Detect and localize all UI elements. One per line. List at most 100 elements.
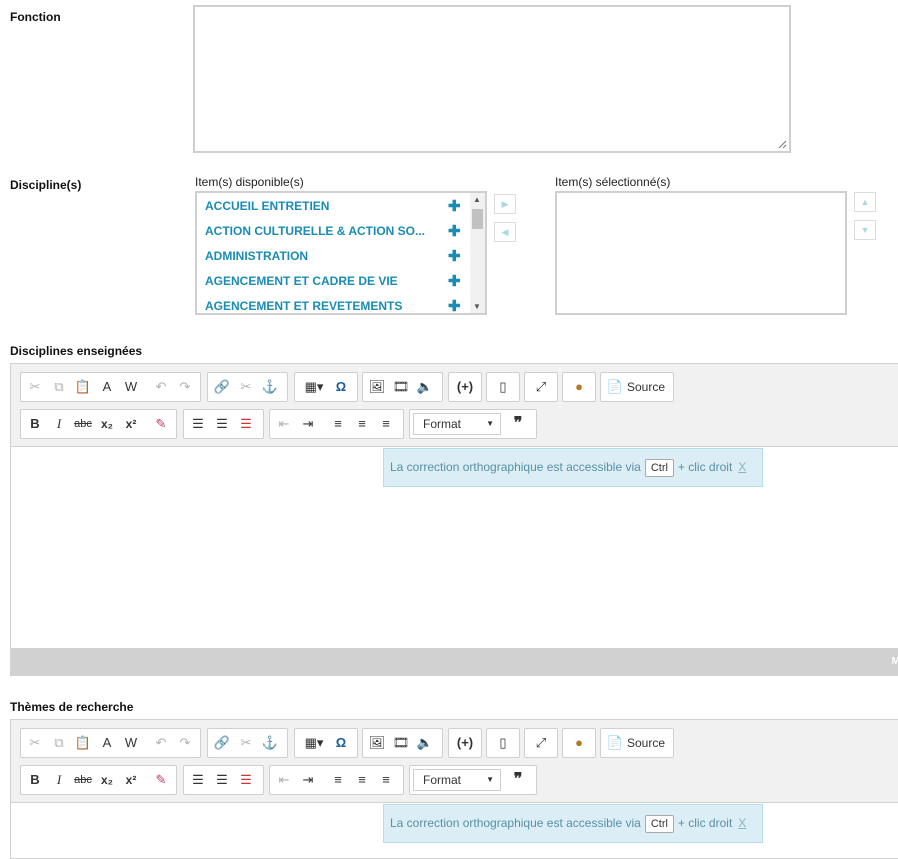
redo-icon[interactable]: ↷ (175, 733, 195, 753)
source-button[interactable]: 📄 Source (600, 728, 674, 758)
paste-icon[interactable]: 📋 (73, 377, 93, 397)
paste-text-icon[interactable]: A (97, 733, 117, 753)
align-left-icon[interactable]: ≡ (328, 770, 348, 790)
audio-icon[interactable]: 🔈 (415, 377, 435, 397)
add-icon[interactable]: ✚ (448, 219, 461, 244)
image-icon[interactable]: 🖼 (367, 733, 387, 753)
align-right-icon[interactable]: ≡ (376, 770, 396, 790)
available-items-list[interactable]: ACCUEIL ENTRETIEN ✚ ACTION CULTURELLE & A… (195, 191, 487, 315)
superscript-button[interactable]: x² (121, 770, 141, 790)
indent-icon[interactable]: ⇥ (298, 770, 318, 790)
undo-icon[interactable]: ↶ (151, 733, 171, 753)
strike-button[interactable]: abc (73, 770, 93, 790)
superscript-button[interactable]: x² (121, 414, 141, 434)
outdent-icon[interactable]: ⇤ (274, 770, 294, 790)
align-left-icon[interactable]: ≡ (328, 414, 348, 434)
link-icon[interactable]: 🔗 (212, 733, 232, 753)
special-char-icon[interactable]: Ω (331, 733, 351, 753)
scroll-down-icon[interactable]: ▼ (473, 302, 481, 311)
copy-icon[interactable]: ⧉ (49, 733, 69, 753)
resize-grip-icon[interactable] (778, 140, 787, 149)
anchor-icon[interactable]: ⚓ (260, 733, 280, 753)
move-right-button[interactable]: ▶ (494, 194, 516, 214)
source-button[interactable]: 📄 Source (600, 372, 674, 402)
numbered-list-icon[interactable]: ☰ (188, 414, 208, 434)
remove-format-icon[interactable]: ✎ (151, 770, 171, 790)
spellcheck-notice: La correction orthographique est accessi… (383, 448, 763, 487)
align-center-icon[interactable]: ≡ (352, 770, 372, 790)
redo-icon[interactable]: ↷ (175, 377, 195, 397)
video-icon[interactable]: 🎞 (391, 733, 411, 753)
table-icon[interactable]: ▦▾ (301, 733, 327, 753)
paste-icon[interactable]: 📋 (73, 733, 93, 753)
list-scrollbar[interactable]: ▲ ▼ (470, 193, 485, 313)
add-icon[interactable]: ✚ (448, 194, 461, 219)
indent-icon[interactable]: ⇥ (298, 414, 318, 434)
audio-icon[interactable]: 🔈 (415, 733, 435, 753)
italic-button[interactable]: I (49, 414, 69, 434)
italic-button[interactable]: I (49, 770, 69, 790)
paste-word-icon[interactable]: W (121, 733, 141, 753)
anchor-icon[interactable]: ⚓ (260, 377, 280, 397)
blockquote-button[interactable]: ❞ (508, 414, 528, 434)
paste-word-icon[interactable]: W (121, 377, 141, 397)
list-item[interactable]: AGENCEMENT ET REVETEMENTS ✚ (197, 294, 485, 313)
paste-text-icon[interactable]: A (97, 377, 117, 397)
placeholder-icon[interactable]: (+) (455, 377, 475, 397)
list-item[interactable]: ACCUEIL ENTRETIEN ✚ (197, 194, 485, 219)
bullet-list-icon[interactable]: ☰ (212, 414, 232, 434)
blockquote-button[interactable]: ❞ (508, 770, 528, 790)
format-select[interactable]: Format ▼ (413, 769, 501, 791)
scroll-up-icon[interactable]: ▲ (473, 195, 481, 204)
move-down-button[interactable]: ▼ (854, 220, 876, 240)
scroll-thumb[interactable] (472, 209, 483, 229)
link-icon[interactable]: 🔗 (212, 377, 232, 397)
move-left-button[interactable]: ◀ (494, 222, 516, 242)
maximize-icon[interactable]: ⤢ (531, 733, 551, 753)
bold-button[interactable]: B (25, 770, 45, 790)
remove-format-icon[interactable]: ✎ (151, 414, 171, 434)
cut-icon[interactable]: ✂ (25, 377, 45, 397)
video-icon[interactable]: 🎞 (391, 377, 411, 397)
subscript-button[interactable]: x₂ (97, 770, 117, 790)
table-icon[interactable]: ▦▾ (301, 377, 327, 397)
list-item[interactable]: ADMINISTRATION ✚ (197, 244, 485, 269)
add-icon[interactable]: ✚ (448, 294, 461, 313)
checklist-icon[interactable]: ☰ (236, 770, 256, 790)
format-select[interactable]: Format ▼ (413, 413, 501, 435)
add-icon[interactable]: ✚ (448, 269, 461, 294)
close-notice-button[interactable]: X (738, 460, 746, 474)
numbered-list-icon[interactable]: ☰ (188, 770, 208, 790)
close-notice-button[interactable]: X (738, 816, 746, 830)
themes-recherche-editor[interactable]: ✂ ⧉ 📋 A W ↶ ↷ 🔗 ✂ ⚓ ▦▾ Ω 🖼 🎞 🔈 (+) ▯ ⤢ ●… (10, 719, 898, 859)
maximize-icon[interactable]: ⤢ (531, 377, 551, 397)
cookie-icon[interactable]: ● (569, 377, 589, 397)
cookie-icon[interactable]: ● (569, 733, 589, 753)
placeholder-icon[interactable]: (+) (455, 733, 475, 753)
cut-icon[interactable]: ✂ (25, 733, 45, 753)
subscript-button[interactable]: x₂ (97, 414, 117, 434)
unlink-icon[interactable]: ✂ (236, 377, 256, 397)
move-up-button[interactable]: ▲ (854, 192, 876, 212)
list-item[interactable]: AGENCEMENT ET CADRE DE VIE ✚ (197, 269, 485, 294)
checklist-icon[interactable]: ☰ (236, 414, 256, 434)
special-char-icon[interactable]: Ω (331, 377, 351, 397)
page-break-icon[interactable]: ▯ (493, 733, 513, 753)
image-icon[interactable]: 🖼 (367, 377, 387, 397)
bold-button[interactable]: B (25, 414, 45, 434)
outdent-icon[interactable]: ⇤ (274, 414, 294, 434)
strike-button[interactable]: abc (73, 414, 93, 434)
unlink-icon[interactable]: ✂ (236, 733, 256, 753)
copy-icon[interactable]: ⧉ (49, 377, 69, 397)
undo-icon[interactable]: ↶ (151, 377, 171, 397)
disciplines-enseignees-label: Disciplines enseignées (10, 344, 143, 358)
disciplines-enseignees-editor[interactable]: ✂ ⧉ 📋 A W ↶ ↷ 🔗 ✂ ⚓ ▦▾ Ω 🖼 🎞 🔈 (+) ▯ ⤢ ●… (10, 363, 898, 676)
fonction-textarea[interactable] (193, 5, 791, 153)
align-right-icon[interactable]: ≡ (376, 414, 396, 434)
align-center-icon[interactable]: ≡ (352, 414, 372, 434)
bullet-list-icon[interactable]: ☰ (212, 770, 232, 790)
selected-items-list[interactable] (555, 191, 847, 315)
page-break-icon[interactable]: ▯ (493, 377, 513, 397)
add-icon[interactable]: ✚ (448, 244, 461, 269)
list-item[interactable]: ACTION CULTURELLE & ACTION SO... ✚ (197, 219, 485, 244)
